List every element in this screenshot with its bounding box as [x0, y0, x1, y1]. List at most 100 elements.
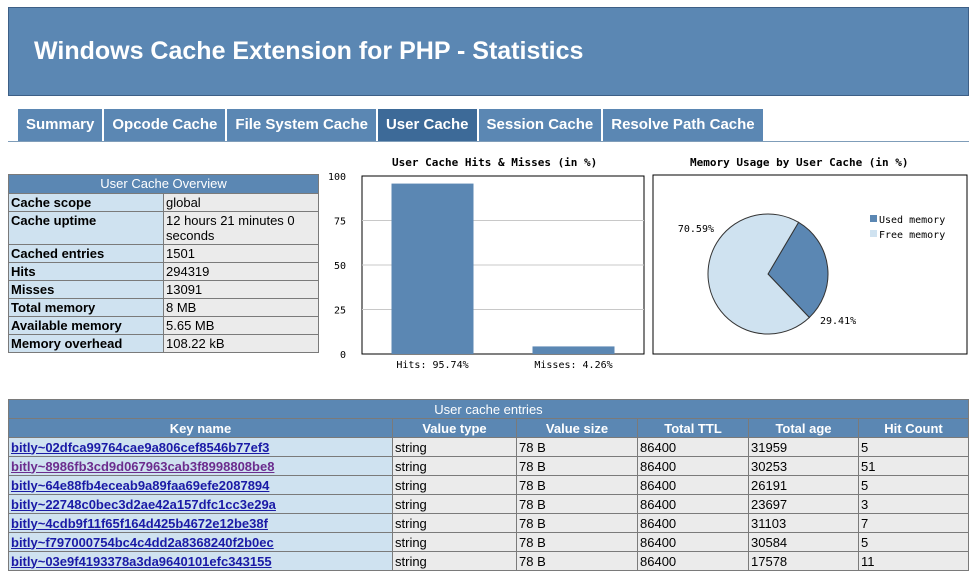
pie-slice-label: 70.59% — [678, 224, 714, 235]
key-name-cell: bitly~64e88fb4eceab9a89faa69efe2087894 — [8, 475, 393, 495]
key-name-cell: bitly~f797000754bc4c4dd2a8368240f2b0ec — [8, 532, 393, 552]
overview-label: Available memory — [8, 316, 164, 335]
overview-label: Total memory — [8, 298, 164, 317]
value-type-cell: string — [392, 437, 517, 457]
table-row: bitly~f797000754bc4c4dd2a8368240f2b0ec st… — [8, 532, 969, 552]
key-name-link[interactable]: bitly~8986fb3cd9d067963cab3f8998808be8 — [11, 459, 274, 474]
key-name-cell: bitly~03e9f4193378a3da9640101efc343155 — [8, 551, 393, 571]
tab-summary[interactable]: Summary — [18, 109, 105, 141]
total-ttl-cell: 86400 — [637, 437, 749, 457]
pie-slice-label: 29.41% — [820, 316, 856, 327]
user-cache-overview-table: User Cache Overview Cache scope global C… — [8, 174, 319, 353]
y-tick-label: 75 — [334, 217, 346, 228]
bar — [391, 183, 474, 354]
column-header-value-type[interactable]: Value type — [392, 418, 517, 438]
tab-file-system-cache[interactable]: File System Cache — [227, 109, 378, 141]
legend-swatch — [870, 215, 877, 222]
memory-usage-chart: Memory Usage by User Cache (in %) 29.41%… — [652, 156, 968, 356]
total-ttl-cell: 86400 — [637, 532, 749, 552]
value-type-cell: string — [392, 551, 517, 571]
overview-row: Cached entries 1501 — [8, 244, 319, 263]
hit-count-cell: 7 — [858, 513, 969, 533]
value-type-cell: string — [392, 532, 517, 552]
key-name-link[interactable]: bitly~02dfca99764cae9a806cef8546b77ef3 — [11, 440, 269, 455]
value-size-cell: 78 B — [516, 456, 638, 476]
overview-label: Memory overhead — [8, 334, 164, 353]
y-tick-label: 100 — [328, 172, 346, 183]
page-header: Windows Cache Extension for PHP - Statis… — [8, 7, 969, 96]
hit-count-cell: 3 — [858, 494, 969, 514]
legend-swatch — [870, 230, 877, 237]
hit-count-cell: 5 — [858, 532, 969, 552]
key-name-cell: bitly~4cdb9f11f65f164d425b4672e12be38f — [8, 513, 393, 533]
overview-row: Memory overhead 108.22 kB — [8, 334, 319, 353]
overview-caption: User Cache Overview — [8, 174, 319, 194]
bar-chart-canvas: 0 25 50 75 100 Hits: 95.74% Misses: 4.26% — [328, 172, 645, 371]
overview-value: global — [163, 193, 319, 212]
key-name-link[interactable]: bitly~4cdb9f11f65f164d425b4672e12be38f — [11, 516, 268, 531]
total-age-cell: 23697 — [748, 494, 859, 514]
column-header-total-age[interactable]: Total age — [748, 418, 859, 438]
column-header-value-size[interactable]: Value size — [516, 418, 638, 438]
total-ttl-cell: 86400 — [637, 494, 749, 514]
total-age-cell: 30253 — [748, 456, 859, 476]
hit-count-cell: 5 — [858, 475, 969, 495]
legend-label: Used memory — [879, 215, 945, 226]
tab-opcode-cache[interactable]: Opcode Cache — [104, 109, 228, 141]
key-name-link[interactable]: bitly~f797000754bc4c4dd2a8368240f2b0ec — [11, 535, 274, 550]
value-type-cell: string — [392, 456, 517, 476]
key-name-cell: bitly~22748c0bec3d2ae42a157dfc1cc3e29a — [8, 494, 393, 514]
value-size-cell: 78 B — [516, 494, 638, 514]
value-size-cell: 78 B — [516, 437, 638, 457]
table-row: bitly~4cdb9f11f65f164d425b4672e12be38f st… — [8, 513, 969, 533]
key-name-link[interactable]: bitly~03e9f4193378a3da9640101efc343155 — [11, 554, 272, 569]
value-size-cell: 78 B — [516, 532, 638, 552]
value-size-cell: 78 B — [516, 513, 638, 533]
key-name-cell: bitly~8986fb3cd9d067963cab3f8998808be8 — [8, 456, 393, 476]
column-header-hit-count[interactable]: Hit Count — [858, 418, 969, 438]
tab-user-cache[interactable]: User Cache — [377, 109, 479, 141]
total-age-cell: 17578 — [748, 551, 859, 571]
overview-value: 13091 — [163, 280, 319, 299]
value-type-cell: string — [392, 513, 517, 533]
key-name-link[interactable]: bitly~22748c0bec3d2ae42a157dfc1cc3e29a — [11, 497, 276, 512]
table-row: bitly~02dfca99764cae9a806cef8546b77ef3 st… — [8, 437, 969, 457]
x-category-label: Misses: 4.26% — [534, 360, 612, 371]
total-age-cell: 26191 — [748, 475, 859, 495]
entries-body: bitly~02dfca99764cae9a806cef8546b77ef3 st… — [8, 437, 969, 571]
y-tick-label: 0 — [340, 350, 346, 361]
overview-row: Total memory 8 MB — [8, 298, 319, 317]
overview-value: 294319 — [163, 262, 319, 281]
overview-value: 108.22 kB — [163, 334, 319, 353]
hit-count-cell: 11 — [858, 551, 969, 571]
table-row: bitly~8986fb3cd9d067963cab3f8998808be8 st… — [8, 456, 969, 476]
user-cache-entries-table: User cache entries Key name Value type V… — [8, 399, 969, 571]
total-ttl-cell: 86400 — [637, 513, 749, 533]
total-ttl-cell: 86400 — [637, 456, 749, 476]
y-tick-label: 25 — [334, 306, 346, 317]
overview-label: Cache scope — [8, 193, 164, 212]
overview-label: Cache uptime — [8, 211, 164, 245]
overview-row: Hits 294319 — [8, 262, 319, 281]
overview-value: 8 MB — [163, 298, 319, 317]
key-name-link[interactable]: bitly~64e88fb4eceab9a89faa69efe2087894 — [11, 478, 269, 493]
overview-label: Hits — [8, 262, 164, 281]
tab-bar: Summary Opcode Cache File System Cache U… — [18, 109, 765, 141]
table-row: bitly~22748c0bec3d2ae42a157dfc1cc3e29a st… — [8, 494, 969, 514]
tab-resolve-path-cache[interactable]: Resolve Path Cache — [603, 109, 765, 141]
tab-session-cache[interactable]: Session Cache — [478, 109, 604, 141]
hit-count-cell: 51 — [858, 456, 969, 476]
hit-count-cell: 5 — [858, 437, 969, 457]
column-header-total-ttl[interactable]: Total TTL — [637, 418, 749, 438]
overview-row: Misses 13091 — [8, 280, 319, 299]
table-row: bitly~03e9f4193378a3da9640101efc343155 st… — [8, 551, 969, 571]
total-age-cell: 31959 — [748, 437, 859, 457]
key-name-cell: bitly~02dfca99764cae9a806cef8546b77ef3 — [8, 437, 393, 457]
overview-value: 12 hours 21 minutes 0 seconds — [163, 211, 319, 245]
pie-chart-canvas: 29.41% 70.59% Used memory Free memory — [652, 174, 968, 355]
column-header-key-name[interactable]: Key name — [8, 418, 393, 438]
overview-row: Cache scope global — [8, 193, 319, 212]
total-ttl-cell: 86400 — [637, 475, 749, 495]
y-tick-label: 50 — [334, 261, 346, 272]
x-category-label: Hits: 95.74% — [396, 360, 468, 371]
